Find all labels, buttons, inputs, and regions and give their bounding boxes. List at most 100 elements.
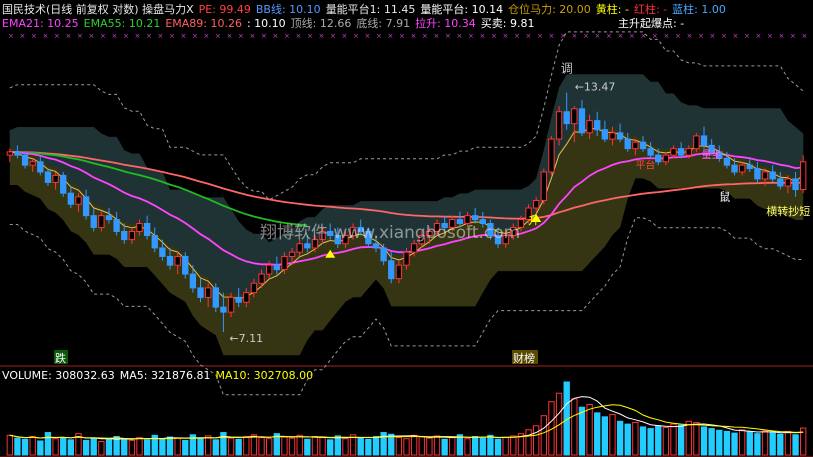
volume-bar bbox=[52, 438, 59, 456]
signal-value-0: 主升起爆点: - bbox=[618, 17, 685, 30]
candle-body bbox=[159, 247, 166, 257]
signal-mark: × bbox=[100, 32, 106, 40]
signal-mark: × bbox=[261, 32, 267, 40]
signal-mark: × bbox=[422, 32, 428, 40]
candle-body bbox=[128, 230, 136, 241]
volume-bar bbox=[258, 437, 265, 456]
volume-bar bbox=[647, 428, 654, 456]
candle-body bbox=[601, 129, 609, 140]
volume-bar bbox=[334, 435, 342, 456]
candle-body bbox=[685, 148, 692, 156]
signal-mark: × bbox=[675, 32, 681, 40]
candle-body bbox=[136, 222, 143, 232]
volume-bar bbox=[601, 416, 609, 456]
candle-body bbox=[410, 243, 418, 253]
volume-bar bbox=[410, 434, 418, 456]
signal-mark: × bbox=[204, 32, 210, 40]
volume-bar bbox=[365, 438, 372, 456]
volume-bar bbox=[632, 421, 639, 456]
indicator-value-0: 国民技术(日线 前复权 对数) 操盘马力X bbox=[2, 3, 194, 16]
ema-value-0: EMA21: 10.25 bbox=[2, 17, 79, 30]
candle-body bbox=[731, 164, 738, 173]
volume-bar bbox=[754, 433, 761, 456]
volume-bar bbox=[784, 430, 792, 456]
volume-bar bbox=[250, 434, 258, 456]
volume-bar bbox=[609, 414, 616, 456]
kline-chart[interactable]: × × × × × × × × × × × × × × × × × × × × × × × × × × × × × × × × × × × × × × × ×… bbox=[0, 0, 813, 457]
candle-body bbox=[548, 138, 555, 173]
candle-body bbox=[594, 120, 601, 131]
candle-body bbox=[220, 306, 227, 313]
volume-bar bbox=[761, 430, 769, 456]
candle-body bbox=[258, 273, 265, 284]
candle-body bbox=[82, 196, 90, 217]
candle-body bbox=[227, 296, 235, 313]
volume-bar bbox=[716, 429, 723, 456]
candle-body bbox=[372, 243, 380, 249]
volume-bar bbox=[357, 437, 364, 456]
candle-body bbox=[113, 219, 120, 232]
signal-mark: × bbox=[733, 32, 739, 40]
volume-bar bbox=[441, 438, 448, 456]
volume-bar bbox=[37, 440, 44, 456]
signal-mark: × bbox=[721, 32, 727, 40]
volume-bar bbox=[708, 428, 715, 456]
signal-mark: × bbox=[572, 32, 578, 40]
ema-value-2: EMA89: 10.26 bbox=[165, 17, 242, 30]
candle-body bbox=[563, 111, 570, 125]
signal-mark: × bbox=[491, 32, 497, 40]
volume-bar bbox=[792, 434, 799, 456]
candle-body bbox=[540, 171, 547, 202]
signal-mark: × bbox=[641, 32, 647, 40]
signal-mark: × bbox=[434, 32, 440, 40]
volume-bar bbox=[235, 438, 242, 456]
candle-body bbox=[380, 247, 387, 262]
volume-bar bbox=[746, 431, 753, 456]
candle-body bbox=[624, 138, 631, 150]
signal-mark: × bbox=[744, 32, 750, 40]
candle-body bbox=[204, 287, 212, 298]
signal-mark: × bbox=[8, 32, 14, 40]
volume-bar bbox=[685, 420, 692, 456]
ema-value-6: 拉升: 10.34 bbox=[415, 17, 476, 30]
signal-mark: × bbox=[192, 32, 198, 40]
volume-bar bbox=[418, 436, 425, 456]
volume-bar bbox=[723, 430, 731, 456]
signal-mark: × bbox=[112, 32, 118, 40]
candle-body bbox=[609, 132, 616, 140]
candle-body bbox=[639, 141, 647, 150]
candle-body bbox=[693, 135, 700, 150]
signal-mark: × bbox=[330, 32, 336, 40]
candle-body bbox=[700, 135, 708, 146]
signal-mark: × bbox=[606, 32, 612, 40]
volume-bar bbox=[182, 439, 189, 456]
signal-mark: × bbox=[399, 32, 405, 40]
signal-mark: × bbox=[549, 32, 555, 40]
volume-bar bbox=[281, 436, 288, 456]
volume-bar bbox=[143, 439, 151, 456]
volume-bar bbox=[639, 426, 647, 456]
candle-body bbox=[616, 132, 624, 140]
volume-bar bbox=[403, 438, 410, 456]
volume-bar bbox=[90, 437, 97, 456]
signal-mark: × bbox=[480, 32, 486, 40]
candle-body bbox=[395, 264, 403, 280]
signal-mark: × bbox=[20, 32, 26, 40]
volume-bar bbox=[471, 435, 479, 456]
volume-bar bbox=[655, 425, 662, 456]
volume-bar bbox=[777, 433, 784, 456]
signal-mark: × bbox=[526, 32, 532, 40]
candle-body bbox=[784, 178, 792, 187]
signal-mark: × bbox=[365, 32, 371, 40]
signal-mark: × bbox=[169, 32, 175, 40]
candle-body bbox=[647, 148, 654, 156]
volume-bar bbox=[14, 437, 21, 456]
candle-body bbox=[754, 168, 761, 180]
volume-bar bbox=[395, 437, 403, 456]
volume-bar bbox=[494, 438, 502, 456]
signal-mark: × bbox=[238, 32, 244, 40]
volume-bar bbox=[296, 434, 303, 456]
signal-mark: × bbox=[583, 32, 589, 40]
signal-mark: × bbox=[296, 32, 302, 40]
volume-bar bbox=[29, 435, 36, 456]
